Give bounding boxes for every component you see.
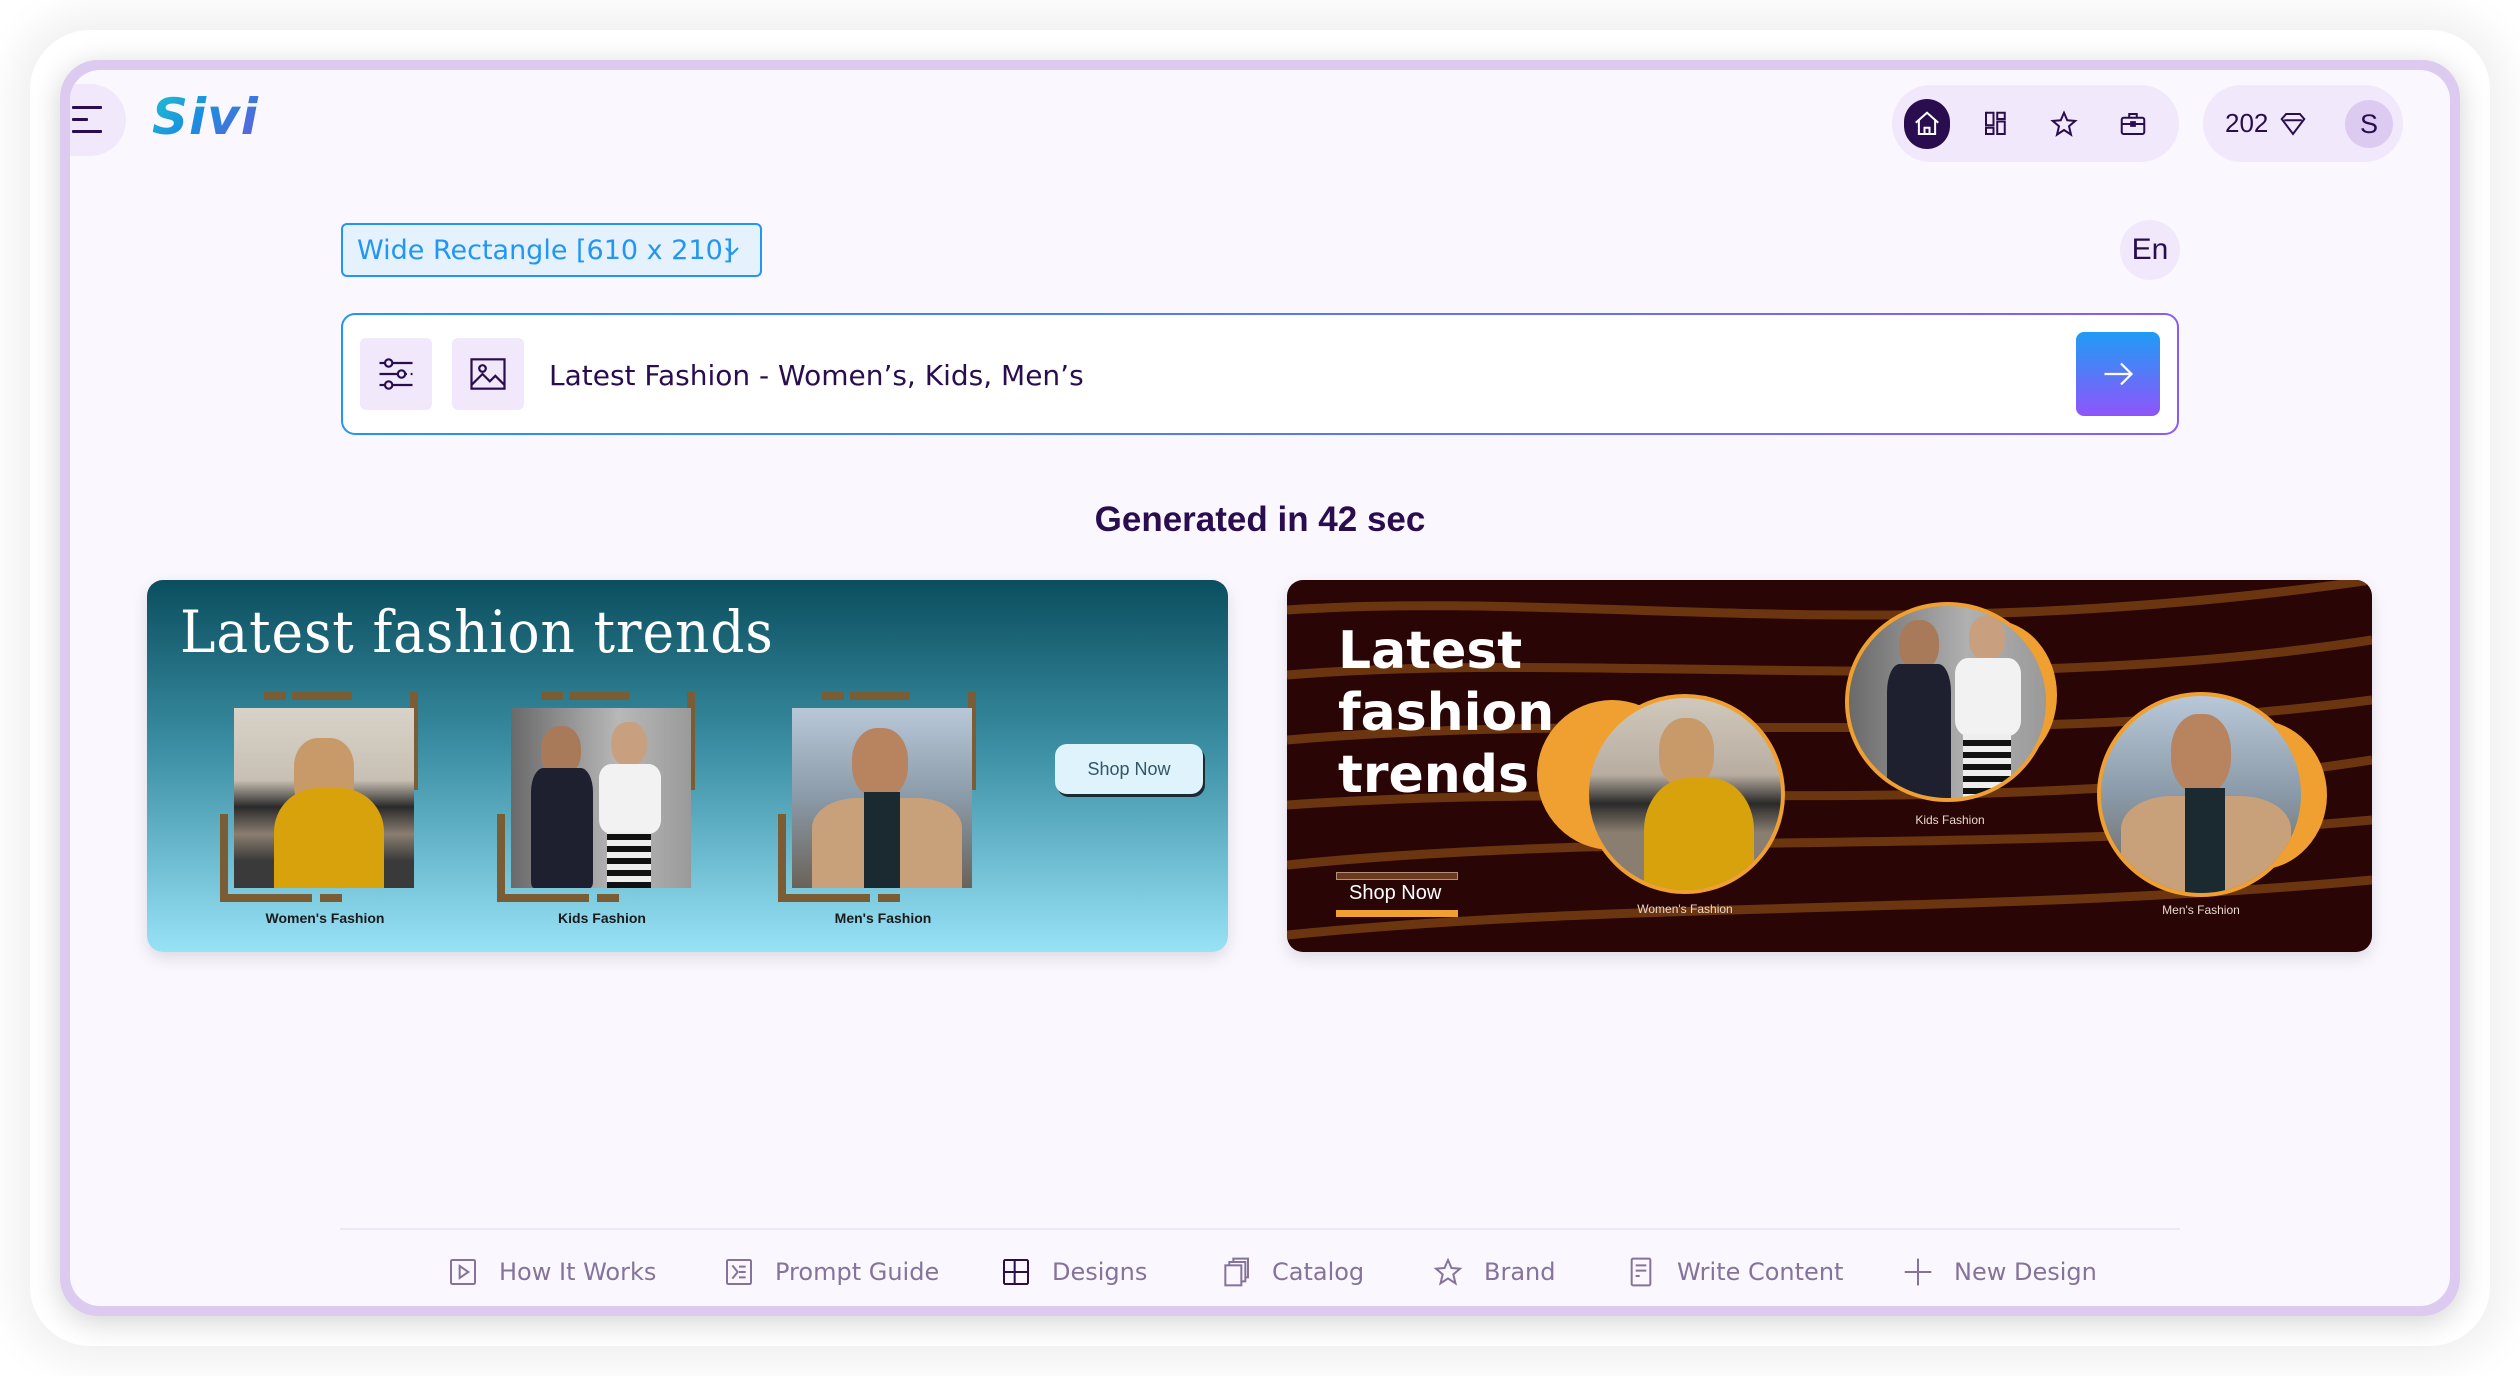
caption-men: Men's Fashion <box>2162 903 2240 917</box>
credits-count: 202 <box>2225 108 2269 138</box>
shop-now-top-bar <box>1336 872 1458 880</box>
footer-label: New Design <box>1954 1258 2097 1286</box>
app-content: Sivi 202 S Wide Rectangle [610 x 210] En… <box>70 70 2450 1306</box>
design-result-1[interactable]: Latest fashion trends Women's Fashion Ki… <box>147 580 1228 952</box>
banner-title-line: trends <box>1338 745 1529 805</box>
hamburger-icon-bar <box>72 130 102 133</box>
logo[interactable]: Sivi <box>152 88 259 146</box>
kids-fashion-photo <box>497 692 707 912</box>
banner-size-select[interactable]: Wide Rectangle [610 x 210] <box>341 223 762 277</box>
layout-icon <box>1003 1259 1029 1285</box>
caption-women: Women's Fashion <box>265 910 385 926</box>
footer-how-it-works[interactable]: How It Works <box>447 1250 656 1294</box>
hamburger-icon <box>72 106 102 109</box>
generate-button[interactable] <box>2076 332 2160 416</box>
banner-title: Latest fashion trends <box>1338 620 1554 806</box>
arrow-right-icon <box>2104 362 2134 386</box>
briefcase-icon <box>2120 112 2146 135</box>
footer-label: Prompt Guide <box>775 1258 940 1286</box>
banner-size-value: Wide Rectangle [610 x 210] <box>357 234 734 266</box>
document-icon <box>1630 1257 1652 1287</box>
prompt-settings-button[interactable] <box>360 338 432 410</box>
banner-title-line: fashion <box>1338 683 1555 743</box>
women-fashion-photo <box>1585 694 1785 894</box>
footer-brand[interactable]: Brand <box>1432 1250 1555 1294</box>
men-fashion-photo <box>778 692 988 912</box>
banner-title: Latest fashion trends <box>180 598 774 666</box>
women-fashion-photo <box>220 692 430 912</box>
prompt-guide-icon <box>726 1259 752 1285</box>
nav-home-button[interactable] <box>1904 98 1950 149</box>
footer-divider <box>340 1228 2180 1230</box>
footer-label: Brand <box>1484 1258 1556 1286</box>
prompt-input[interactable] <box>549 345 2049 405</box>
caption-kids: Kids Fashion <box>1915 813 1985 827</box>
footer-catalog[interactable]: Catalog <box>1220 1250 1364 1294</box>
nav-favorites-button[interactable] <box>2042 99 2088 149</box>
app-window: Sivi 202 S Wide Rectangle [610 x 210] En… <box>60 60 2460 1316</box>
caption-men: Men's Fashion <box>834 910 932 926</box>
account-pill: 202 S <box>2203 85 2403 162</box>
footer-label: Catalog <box>1272 1258 1365 1286</box>
main-nav <box>1892 85 2179 162</box>
kids-fashion-photo <box>1845 602 2050 802</box>
generation-status: Generated in 42 sec <box>1094 500 1426 539</box>
play-icon <box>450 1259 476 1285</box>
chevron-down-icon <box>725 247 739 256</box>
footer-write-content[interactable]: Write Content <box>1625 1250 1843 1294</box>
footer-prompt-guide[interactable]: Prompt Guide <box>723 1250 939 1294</box>
hamburger-icon-bar <box>72 118 88 121</box>
men-fashion-photo <box>2097 692 2305 897</box>
nav-designs-button[interactable] <box>1973 99 2019 149</box>
footer-label: How It Works <box>499 1258 657 1286</box>
design-result-2[interactable]: Latest fashion trends Shop Now Women's F… <box>1287 580 2372 952</box>
menu-button[interactable] <box>70 84 126 156</box>
sliders-icon <box>379 358 413 390</box>
home-icon <box>1914 110 1939 135</box>
catalog-icon <box>1224 1257 1249 1287</box>
star-icon <box>2050 109 2079 137</box>
footer-designs[interactable]: Designs <box>1000 1250 1147 1294</box>
nav-brand-button[interactable] <box>2110 99 2156 149</box>
caption-kids: Kids Fashion <box>558 910 646 926</box>
image-icon <box>470 358 506 390</box>
banner-title-line: Latest <box>1338 621 1523 681</box>
footer-label: Designs <box>1052 1258 1148 1286</box>
footer-nav: How It Works Prompt Guide Designs Catalo… <box>70 1250 2450 1294</box>
prompt-bar <box>341 313 2179 435</box>
diamond-icon[interactable] <box>2278 109 2308 139</box>
shop-now-underline <box>1336 910 1458 917</box>
dashboard-icon <box>1984 111 2006 135</box>
language-button[interactable]: En <box>2120 220 2180 280</box>
star-icon <box>1433 1257 1463 1286</box>
shop-now-button[interactable]: Shop Now <box>1349 882 1441 905</box>
footer-new-design[interactable]: New Design <box>1902 1250 2097 1294</box>
plus-icon <box>1904 1258 1932 1286</box>
shop-now-button[interactable]: Shop Now <box>1055 744 1203 794</box>
avatar[interactable]: S <box>2345 100 2393 148</box>
footer-label: Write Content <box>1677 1258 1844 1286</box>
add-image-button[interactable] <box>452 338 524 410</box>
caption-women: Women's Fashion <box>1637 902 1733 916</box>
